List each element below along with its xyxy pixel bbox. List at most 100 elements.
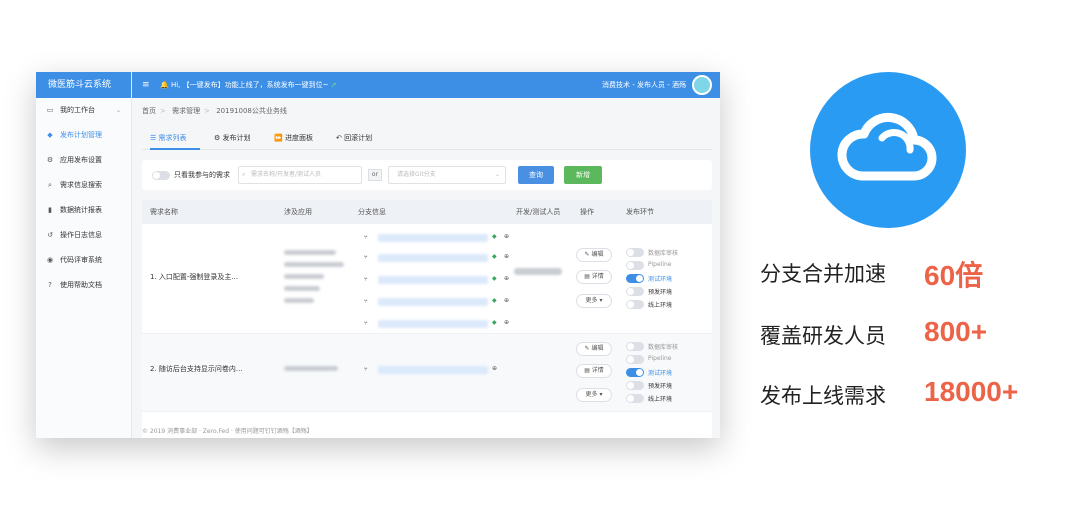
tag-icon: ◆	[492, 275, 497, 282]
stage-online: 线上环境	[648, 302, 673, 309]
history-icon: ↺	[47, 231, 53, 239]
git-branch-icon: ⑂	[364, 276, 368, 283]
app-name	[284, 286, 320, 291]
breadcrumb-demand[interactable]: 需求管理	[172, 107, 200, 115]
cloud-icon	[837, 112, 937, 181]
sidebar-item-release-plan[interactable]: ◆ 发布计划管理	[36, 123, 131, 148]
new-button[interactable]: 新增	[564, 166, 602, 184]
tab-rollback[interactable]: ↶ 回滚计划	[336, 126, 372, 150]
search-icon: ⌕	[242, 171, 246, 178]
stage-toggle-pipeline[interactable]	[626, 355, 644, 364]
stage-toggle-online[interactable]	[626, 300, 644, 309]
merge-icon: ⊕	[504, 253, 510, 260]
table-row[interactable]: 1. 入口配置-强制登录及主... ⑂ ◆ ⊕ ⑂ ◆ ⊕ ⑂ ◆ ⊕ ⑂ ◆ …	[142, 224, 712, 334]
app-window: 微医筋斗云系统 ▭ 我的工作台 ⌄ ◆ 发布计划管理 ⚙ 应用发布设置 ⌕ 需求信息搜索 …	[36, 72, 720, 438]
col-apps: 涉及应用	[284, 208, 312, 216]
stat-value-devs: 800+	[924, 316, 988, 347]
demand-name[interactable]: 1. 入口配置-强制登录及主...	[150, 272, 238, 282]
git-branch-icon: ⑂	[364, 366, 368, 373]
sidebar-item-help[interactable]: ? 使用帮助文档	[36, 273, 131, 298]
branch-link[interactable]	[378, 276, 488, 284]
sidebar-item-search[interactable]: ⌕ 需求信息搜索	[36, 173, 131, 198]
edit-button[interactable]: ✎ 编辑	[576, 342, 612, 356]
tab-progress[interactable]: ⏩ 进度面板	[274, 126, 313, 150]
user-info[interactable]: 消费技术 - 发布人员 - 酒殇	[602, 72, 686, 98]
app-name	[284, 262, 344, 267]
gears-icon: ⚙	[46, 156, 54, 164]
only-mine-label: 只看我参与的需求	[174, 171, 230, 179]
table-header: 需求名称 涉及应用 分支信息 开发/测试人员 操作 发布环节	[142, 200, 712, 224]
branch-link[interactable]	[378, 298, 488, 306]
chevron-down-icon: ⌄	[115, 107, 121, 114]
merge-icon: ⊕	[492, 365, 498, 372]
stage-toggle-pre[interactable]	[626, 381, 644, 390]
sidebar-item-code-review[interactable]: ◉ 代码评审系统	[36, 248, 131, 273]
stat-value-merge: 60倍	[924, 260, 984, 291]
branch-link[interactable]	[378, 254, 488, 262]
query-button[interactable]: 查询	[518, 166, 554, 184]
sidebar-item-workbench[interactable]: ▭ 我的工作台 ⌄	[36, 98, 131, 123]
announcement: 🔔 Hi, 【一键发布】功能上线了，系统发布一键到位~ ➚	[160, 81, 337, 89]
stage-toggle-pre[interactable]	[626, 287, 644, 296]
tag-icon: ◆	[492, 233, 497, 240]
detail-button[interactable]: ▤ 详情	[576, 270, 612, 284]
merge-icon: ⊕	[504, 275, 510, 282]
stage-toggle-test[interactable]	[626, 274, 644, 283]
forward-icon: ⏩	[274, 134, 283, 142]
sidebar-item-logs[interactable]: ↺ 操作日志信息	[36, 223, 131, 248]
sidebar-item-app-settings[interactable]: ⚙ 应用发布设置	[36, 148, 131, 173]
stage-toggle-pipeline[interactable]	[626, 261, 644, 270]
more-button[interactable]: 更多 ▾	[576, 294, 612, 308]
stage-online: 线上环境	[648, 396, 673, 403]
list-icon: ☰	[150, 134, 157, 142]
breadcrumb-home[interactable]: 首页	[142, 107, 156, 115]
avatar[interactable]	[692, 75, 712, 95]
sidebar-item-reports[interactable]: ▮ 数据统计报表	[36, 198, 131, 223]
menu-icon[interactable]: ≡	[142, 72, 150, 98]
brand-title: 微医筋斗云系统	[36, 72, 131, 98]
stage-toggle-db-review[interactable]	[626, 248, 644, 257]
branch-link[interactable]	[378, 320, 488, 328]
only-mine-toggle[interactable]	[152, 171, 170, 180]
col-branches: 分支信息	[358, 208, 386, 216]
breadcrumb: 首页 > 需求管理 > 20191008公共业务线	[142, 107, 287, 115]
stage-db-review: 数据库审核	[648, 344, 679, 351]
stage-toggle-online[interactable]	[626, 394, 644, 403]
demand-table: 需求名称 涉及应用 分支信息 开发/测试人员 操作 发布环节 1. 入口配置-强…	[142, 200, 712, 438]
detail-button[interactable]: ▤ 详情	[576, 364, 612, 378]
stat-label-merge: 分支合并加速	[760, 262, 886, 286]
undo-icon: ↶	[336, 134, 342, 142]
merge-icon: ⊕	[504, 233, 510, 240]
tag-icon: ◆	[492, 297, 497, 304]
branch-link[interactable]	[378, 366, 488, 374]
sidebar: 微医筋斗云系统 ▭ 我的工作台 ⌄ ◆ 发布计划管理 ⚙ 应用发布设置 ⌕ 需求信息搜索 …	[36, 72, 132, 438]
col-name: 需求名称	[150, 208, 178, 216]
stat-label-releases: 发布上线需求	[760, 384, 886, 408]
main-content: 首页 > 需求管理 > 20191008公共业务线 ☰ 需求列表 ⚙ 发布计划 ⏩ …	[132, 98, 720, 438]
stage-test[interactable]: 测试环境	[648, 368, 672, 377]
more-button[interactable]: 更多 ▾	[576, 388, 612, 402]
stage-test[interactable]: 测试环境	[648, 274, 672, 283]
git-branch-icon: ⑂	[364, 234, 368, 241]
stage-toggle-db-review[interactable]	[626, 342, 644, 351]
git-branch-icon: ⑂	[364, 320, 368, 327]
edit-button[interactable]: ✎ 编辑	[576, 248, 612, 262]
search-input[interactable]: ⌕ 需求名称/开发者/测试人员	[238, 166, 362, 184]
branch-select[interactable]: 请选择Git分支 ⌄	[388, 166, 506, 184]
eye-icon: ◉	[46, 256, 54, 264]
breadcrumb-current: 20191008公共业务线	[216, 107, 287, 115]
chevron-down-icon: ⌄	[494, 171, 500, 178]
or-separator: or	[368, 169, 382, 181]
stage-pipeline: Pipeline	[648, 355, 672, 362]
table-row[interactable]: 2. 随访后台支持显示问卷内... ⑂ ⊕ ✎ 编辑 ▤ 详情 更多 ▾ 数据库…	[142, 334, 712, 412]
app-name	[284, 298, 314, 303]
footer: © 2019 消费事业部 · Zero.Fed · 使用问题可钉钉酒殇【酒殇】	[142, 428, 313, 435]
tab-demand-list[interactable]: ☰ 需求列表	[150, 126, 200, 150]
branch-link[interactable]	[378, 234, 488, 242]
stage-toggle-test[interactable]	[626, 368, 644, 377]
demand-name[interactable]: 2. 随访后台支持显示问卷内...	[150, 364, 243, 374]
filter-bar: 只看我参与的需求 ⌕ 需求名称/开发者/测试人员 or 请选择Git分支 ⌄ 查询 …	[142, 160, 712, 190]
tab-bar: ☰ 需求列表 ⚙ 发布计划 ⏩ 进度面板 ↶ 回滚计划	[142, 126, 712, 150]
tab-release-plan[interactable]: ⚙ 发布计划	[214, 126, 251, 150]
stat-value-releases: 18000+	[924, 376, 1019, 407]
